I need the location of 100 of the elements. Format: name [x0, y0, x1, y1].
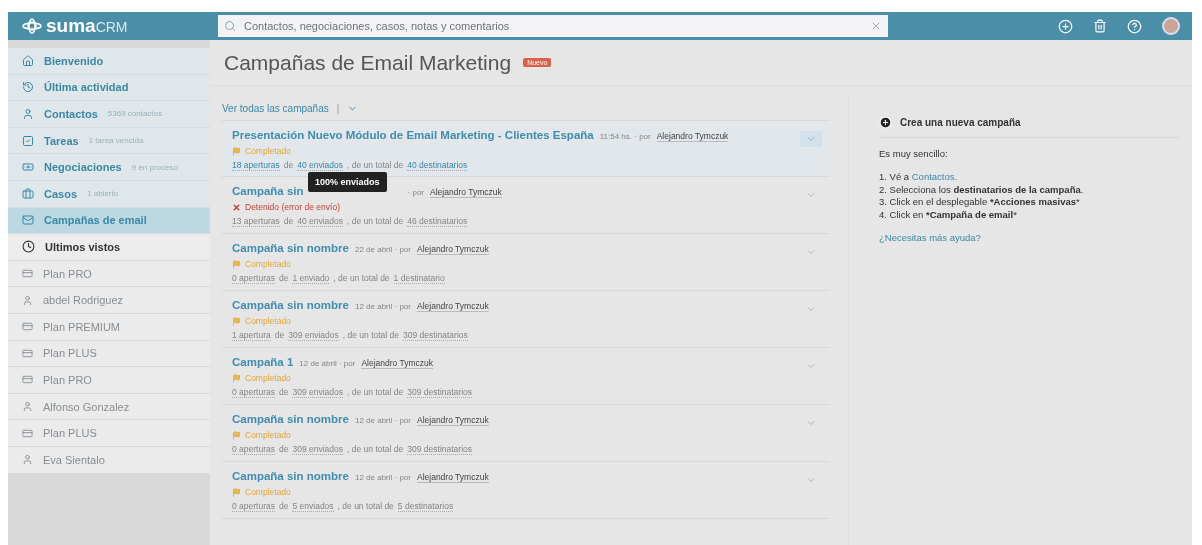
author-link[interactable]: Alejandro Tymczuk	[430, 187, 502, 198]
author-link[interactable]: Alejandro Tymczuk	[417, 415, 489, 426]
author-link[interactable]: Alejandro Tymczuk	[361, 358, 434, 369]
sidebar-item[interactable]: Contactos 5369 contactos	[8, 101, 210, 128]
stat-link[interactable]: 309 enviados	[292, 387, 344, 398]
flag-icon	[232, 430, 241, 440]
campaign-row[interactable]: Campaña sin nombre 12 de abril · por Alejandro Tymczuk Completado 0 aperturas de 5 enviados , de un total de 5 destinatarios	[222, 462, 830, 519]
recent-label: Alfonso Gonzalez	[43, 400, 130, 413]
stat-link[interactable]: 0 aperturas	[232, 501, 275, 512]
campaign-row[interactable]: Campaña sin nombre 12 de abril · por Alejandro Tymczuk Completado 0 aperturas de 309 enviados , de un total de 309 destinatarios	[222, 405, 830, 462]
recent-item[interactable]: Plan PRO	[8, 260, 210, 288]
campaign-meta: 12 de abril · por	[299, 359, 356, 368]
house-icon	[22, 54, 34, 67]
stat-link[interactable]: 309 enviados	[292, 444, 344, 455]
add-icon	[879, 116, 892, 129]
trash-icon[interactable]	[1093, 19, 1107, 33]
stat-link[interactable]: 309 enviados	[288, 330, 339, 341]
sidebar-label: Tareas	[44, 134, 79, 147]
sidebar-item[interactable]: Campañas de email	[8, 207, 210, 235]
sidebar-item[interactable]: Casos 1 abierto	[8, 180, 210, 208]
stat-link[interactable]: 309 destinatarios	[407, 444, 473, 455]
flag-icon	[232, 146, 241, 156]
recent-title: Ultimos vistos	[45, 240, 121, 253]
campaign-meta: 12 de abril · por	[354, 302, 411, 311]
campaign-meta: 12 de abril · por	[354, 473, 411, 482]
sidebar-item[interactable]: Última actividad	[8, 74, 210, 102]
person-icon	[22, 294, 33, 306]
status-label: Completado	[245, 259, 291, 269]
stat-link[interactable]: 309 destinatarios	[407, 387, 473, 398]
filter-link[interactable]: Ver todas las campañas	[222, 102, 329, 114]
author-link[interactable]: Alejandro Tymczuk	[656, 131, 729, 142]
stat-link[interactable]: 46 destinatarios	[407, 216, 468, 227]
author-link[interactable]: Alejandro Tymczuk	[417, 301, 489, 312]
stat-link[interactable]: 1 enviado	[292, 273, 330, 284]
stat-link[interactable]: 5 enviados	[292, 501, 334, 512]
stat-link[interactable]: 1 apertura	[232, 330, 271, 341]
recent-label: Plan PRO	[43, 373, 92, 386]
person-icon	[22, 454, 33, 466]
stat-link[interactable]: 309 destinatarios	[403, 330, 468, 341]
help-icon[interactable]	[1127, 18, 1142, 34]
add-icon[interactable]	[1058, 18, 1073, 34]
campaign-row[interactable]: Campaña 1 12 de abril · por Alejandro Tymczuk Completado 0 aperturas de 309 enviados , de un total de 309 destinatarios	[222, 348, 830, 405]
contacts-link[interactable]: Contactos.	[911, 170, 958, 182]
help-intro: Es muy sencillo:	[879, 148, 949, 161]
help-link[interactable]: ¿Necesitas más ayuda?	[879, 232, 981, 244]
checkbox-icon	[22, 134, 34, 147]
stat-text: de	[279, 387, 289, 398]
logo-text: sumaCRM	[46, 15, 128, 37]
stat-link[interactable]: 0 aperturas	[232, 273, 275, 284]
clock-icon	[22, 240, 35, 254]
stat-link[interactable]: 18 aperturas	[232, 160, 280, 171]
search-icon	[224, 20, 236, 32]
stat-link[interactable]: 40 enviados	[297, 160, 344, 171]
campaign-title[interactable]: Campaña sin nombre	[232, 299, 349, 311]
user-avatar[interactable]	[1162, 17, 1180, 35]
stat-text: , de un total de	[333, 273, 390, 284]
recent-item[interactable]: Eva Sientalo	[8, 446, 210, 474]
stat-text: , de un total de	[347, 444, 404, 455]
campaign-meta: 22 de abril · por	[354, 245, 411, 254]
flag-icon	[232, 373, 241, 383]
campaign-title[interactable]: Presentación Nuevo Módulo de Email Marketing - Clientes España	[232, 129, 594, 141]
sidebar-label: Última actividad	[44, 81, 129, 94]
clear-icon[interactable]	[870, 20, 882, 32]
campaign-row[interactable]: Campaña sin nombre 12 de abril · por Alejandro Tymczuk Completado 1 apertura de 309 enviados , de un total de 309 destinatarios	[222, 291, 830, 348]
page-title: Campañas de Email Marketing	[224, 50, 512, 75]
stat-link[interactable]: 0 aperturas	[232, 444, 275, 455]
cross-icon	[232, 202, 241, 212]
status-label: Completado	[245, 146, 291, 156]
stat-link[interactable]: 0 aperturas	[232, 387, 275, 398]
author-link[interactable]: Alejandro Tymczuk	[417, 472, 489, 483]
flag-icon	[232, 259, 241, 269]
history-icon	[22, 81, 34, 94]
recent-label: Plan PLUS	[43, 347, 97, 360]
person-icon	[22, 401, 33, 412]
card-icon	[22, 268, 33, 280]
recent-item[interactable]: Plan PRO	[8, 367, 210, 394]
stat-link[interactable]: 40 destinatarios	[407, 160, 468, 171]
recent-item[interactable]: Plan PREMIUM	[8, 313, 210, 341]
recent-item[interactable]: abdel Rodriguez	[8, 287, 210, 314]
recent-item[interactable]: Plan PLUS	[8, 420, 210, 447]
stat-text: , de un total de	[347, 216, 404, 227]
expand-button[interactable]	[800, 131, 822, 147]
stat-link[interactable]: 13 aperturas	[232, 216, 280, 227]
card-icon	[22, 347, 33, 359]
status-label: Completado	[245, 316, 291, 326]
recent-label: Plan PRO	[43, 267, 92, 280]
sidebar-label: Casos	[44, 187, 78, 200]
campaign-title[interactable]: Campaña sin nombre	[232, 470, 349, 482]
campaign-title[interactable]: Campaña sin nombre	[232, 413, 349, 425]
stat-link[interactable]: 40 enviados	[297, 216, 344, 227]
campaign-title[interactable]: Campaña sin nombre	[232, 242, 349, 254]
recent-item[interactable]: Plan PLUS	[8, 340, 210, 368]
author-link[interactable]: Alejandro Tymczuk	[417, 244, 489, 255]
stat-link[interactable]: 5 destinatarios	[397, 501, 454, 512]
stat-link[interactable]: 1 destinatario	[393, 273, 445, 284]
sidebar-item[interactable]: Bienvenido	[8, 48, 210, 75]
campaign-row[interactable]: Campaña sin nombre 22 de abril · por Alejandro Tymczuk Completado 0 aperturas de 1 enviado , de un total de 1 destinatario	[222, 234, 830, 291]
stat-text: , de un total de	[347, 387, 404, 398]
campaign-title[interactable]: Campaña 1	[232, 356, 294, 368]
recent-item[interactable]: Alfonso Gonzalez	[8, 393, 210, 421]
